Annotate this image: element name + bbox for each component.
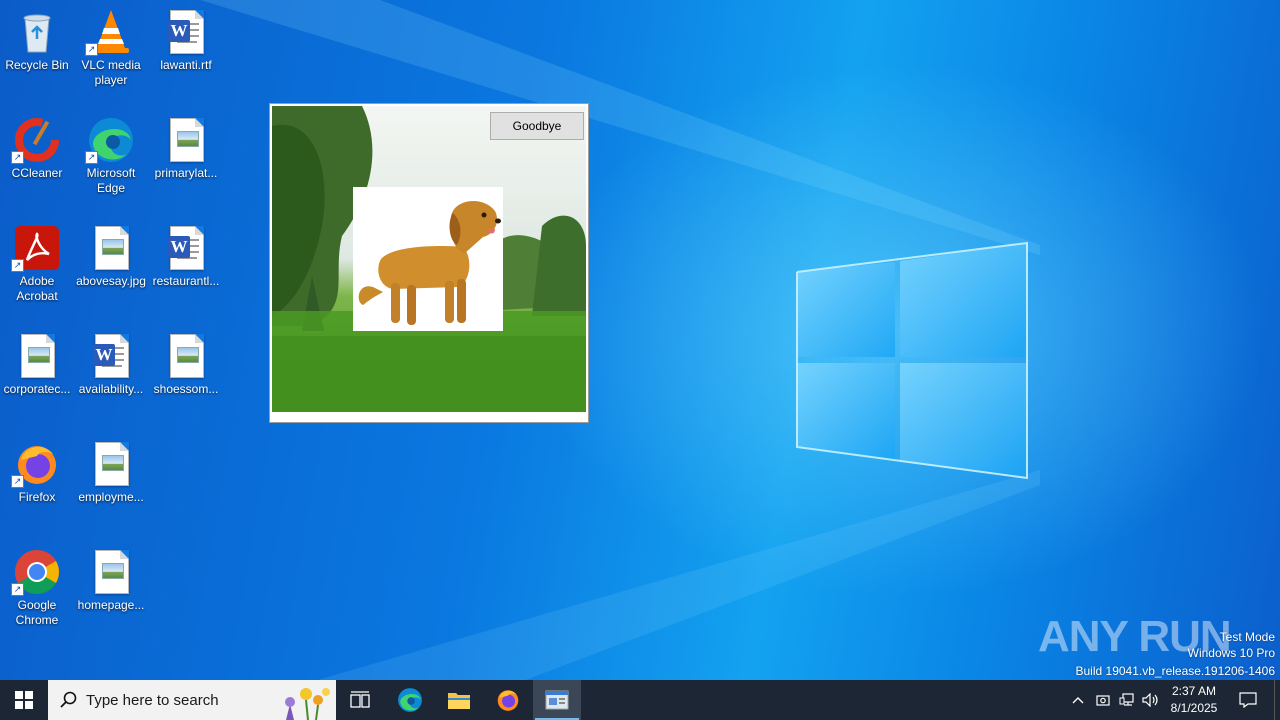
running-app-icon [545,690,569,710]
desktop-icon-ccleaner[interactable]: ↗ CCleaner [0,116,74,181]
start-button[interactable] [0,680,48,720]
desktop-icon-employme[interactable]: employme... [74,440,148,505]
volume-button[interactable] [1140,680,1162,720]
shortcut-arrow-icon: ↗ [11,475,24,488]
taskbar-file-explorer-button[interactable] [435,680,483,720]
firefox-icon: ↗ [11,440,61,488]
windows-start-icon [15,691,33,709]
desktop-icon-label: VLC media player [81,58,141,87]
search-input[interactable] [86,690,256,710]
desktop-icon-label: shoessom... [153,382,219,396]
chrome-icon: ↗ [11,548,61,596]
taskbar-search-box[interactable] [48,680,336,720]
desktop-icon-label: CCleaner [11,166,63,180]
windows-edition-text: Windows 10 Pro [1187,646,1275,660]
desktop-icon-adobe-acrobat[interactable]: ↗ Adobe Acrobat [0,224,74,304]
image-file-icon [162,332,210,380]
desktop-icon-vlc[interactable]: ↗ VLC media player [74,8,148,88]
desktop-icon-firefox[interactable]: ↗ Firefox [0,440,74,505]
taskbar-edge-button[interactable] [386,680,434,720]
desktop-icon-homepage[interactable]: homepage... [74,548,148,613]
clock-time: 2:37 AM [1171,684,1217,698]
recycle-bin-icon [13,8,61,56]
desktop-icon-label: lawanti.rtf [160,58,212,72]
ccleaner-icon: ↗ [11,116,61,164]
desktop-icon-label: primarylat... [154,166,218,180]
notification-icon [1239,692,1257,708]
image-file-icon [87,440,135,488]
vlc-icon: ↗ [85,8,135,56]
dog-on-grass-image: Goodbye [272,106,586,412]
desktop-icon-recycle-bin[interactable]: Recycle Bin [0,8,74,73]
golden-retriever-image [358,200,501,325]
desktop-icon-shoessom[interactable]: shoessom... [149,332,223,397]
goodbye-button[interactable]: Goodbye [490,112,584,140]
desktop-icon-label: Adobe Acrobat [16,274,58,303]
taskbar-firefox-button[interactable] [484,680,532,720]
app-window[interactable]: Goodbye [269,103,589,423]
shortcut-arrow-icon: ↗ [85,151,98,164]
task-view-button[interactable] [336,680,384,720]
taskbar-running-app-button[interactable] [533,680,581,720]
test-mode-text: Test Mode [1219,630,1275,644]
speaker-icon [1142,693,1158,707]
firefox-icon [497,690,519,711]
image-file-icon [87,224,135,272]
tray-app-icon-button[interactable] [1092,680,1114,720]
taskbar: 2:37 AM 8/1/2025 [0,680,1280,720]
desktop-icon-label: restaurantl... [152,274,220,288]
clock-date: 8/1/2025 [1170,701,1218,715]
desktop-icon-abovesay[interactable]: abovesay.jpg [74,224,148,289]
desktop-icon-availability[interactable]: W availability... [74,332,148,397]
show-hidden-icons-button[interactable] [1068,680,1088,720]
taskbar-clock[interactable]: 2:37 AM 8/1/2025 [1162,680,1226,720]
edge-icon [398,688,422,712]
desktop-icon-lawanti[interactable]: W lawanti.rtf [149,8,223,73]
word-document-icon: W [162,8,210,56]
desktop-icon-label: Firefox [18,490,56,504]
action-center-button[interactable] [1234,680,1262,720]
edge-icon: ↗ [85,116,135,164]
file-explorer-icon [448,693,470,709]
image-file-icon [162,116,210,164]
camera-tray-icon [1096,695,1110,706]
desktop-icon-restaurantl[interactable]: W restaurantl... [149,224,223,289]
search-icon [60,691,77,708]
desktop-icon-google-chrome[interactable]: ↗ Google Chrome [0,548,74,628]
desktop-icon-label: Recycle Bin [5,58,69,72]
desktop-icon-label: homepage... [77,598,145,612]
desktop-icon-label: Google Chrome [15,598,59,627]
network-button[interactable] [1116,680,1138,720]
shortcut-arrow-icon: ↗ [11,151,24,164]
shortcut-arrow-icon: ↗ [11,583,24,596]
desktop-icon-label: availability... [78,382,144,396]
show-desktop-button[interactable] [1274,680,1280,720]
desktop-icon-label: corporatec... [3,382,71,396]
word-document-icon: W [162,224,210,272]
desktop-icon-corporatec[interactable]: corporatec... [0,332,74,397]
desktop-icon-primarylat[interactable]: primarylat... [149,116,223,181]
task-view-icon [350,691,370,708]
image-file-icon [87,548,135,596]
desktop-icon-label: employme... [78,490,144,504]
chevron-up-icon [1072,697,1084,704]
search-highlight-flowers-icon [285,688,330,720]
shortcut-arrow-icon: ↗ [85,43,98,56]
build-number-text: Build 19041.vb_release.191206-1406 [1075,664,1276,678]
desktop-icon-label: Microsoft Edge [86,166,136,195]
word-document-icon: W [87,332,135,380]
desktop-icon-microsoft-edge[interactable]: ↗ Microsoft Edge [74,116,148,196]
desktop: Recycle Bin ↗ CCleaner ↗ Adobe Acrobat c… [0,0,1280,680]
dog-picture [353,187,503,331]
network-icon [1119,693,1134,706]
desktop-icon-label: abovesay.jpg [76,274,146,288]
shortcut-arrow-icon: ↗ [11,259,24,272]
adobe-acrobat-icon: ↗ [11,224,61,272]
image-file-icon [13,332,61,380]
